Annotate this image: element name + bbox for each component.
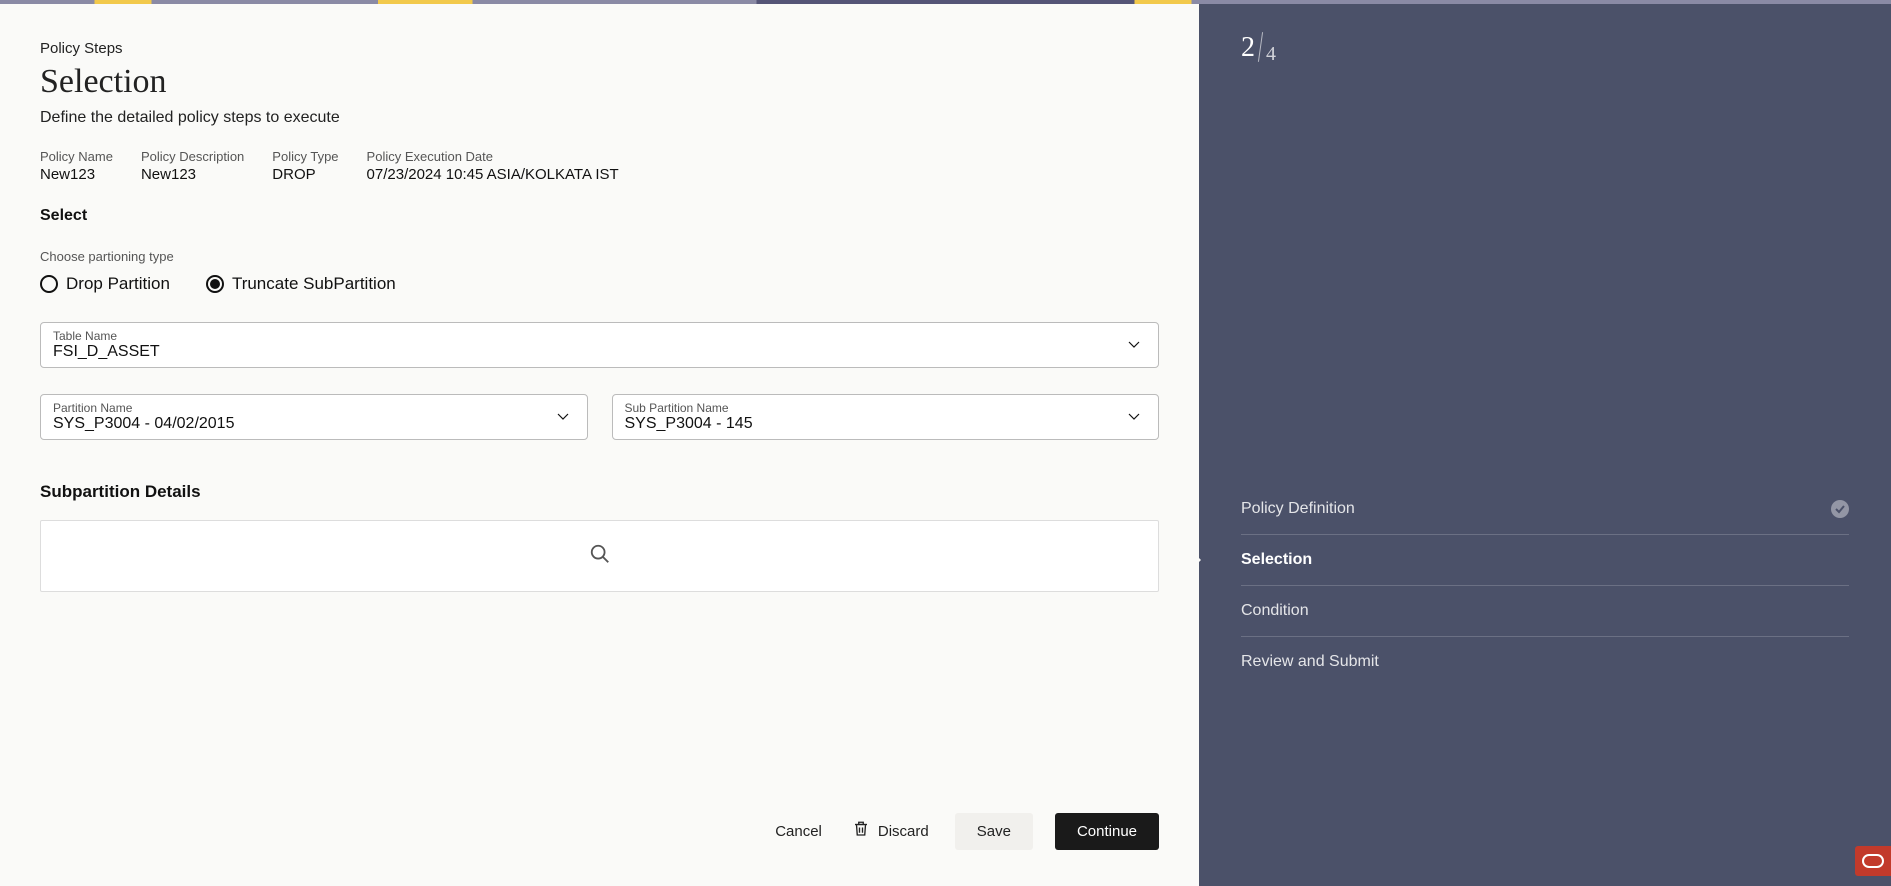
partitioning-prompt: Choose partioning type bbox=[40, 249, 1159, 264]
main-content: Policy Steps Selection Define the detail… bbox=[0, 4, 1199, 886]
trash-icon bbox=[852, 820, 870, 842]
radio-truncate-label: Truncate SubPartition bbox=[232, 274, 396, 294]
partition-name-select[interactable]: Partition Name SYS_P3004 - 04/02/2015 bbox=[40, 394, 588, 440]
radio-drop-label: Drop Partition bbox=[66, 274, 170, 294]
sub-partition-name-label: Sub Partition Name bbox=[625, 401, 1147, 415]
step-separator bbox=[1258, 32, 1263, 62]
policy-desc-value: New123 bbox=[141, 166, 244, 183]
policy-type-value: DROP bbox=[272, 166, 338, 183]
sub-partition-name-select[interactable]: Sub Partition Name SYS_P3004 - 145 bbox=[612, 394, 1160, 440]
step-label: Selection bbox=[1241, 551, 1312, 569]
step-total: 4 bbox=[1266, 43, 1276, 66]
partition-name-label: Partition Name bbox=[53, 401, 575, 415]
save-button[interactable]: Save bbox=[955, 813, 1033, 850]
discard-button[interactable]: Discard bbox=[848, 812, 933, 850]
breadcrumb: Policy Steps bbox=[40, 40, 1159, 57]
policy-exec-value: 07/23/2024 10:45 ASIA/KOLKATA IST bbox=[367, 166, 619, 183]
step-label: Review and Submit bbox=[1241, 653, 1379, 671]
step-selection[interactable]: Selection bbox=[1241, 535, 1849, 586]
radio-icon bbox=[40, 275, 58, 293]
policy-type-label: Policy Type bbox=[272, 149, 338, 164]
table-name-select[interactable]: Table Name FSI_D_ASSET bbox=[40, 322, 1159, 368]
sub-partition-name-value: SYS_P3004 - 145 bbox=[625, 415, 1147, 433]
brand-icon bbox=[1862, 854, 1884, 868]
wizard-sidebar: 2 4 Policy Definition Selection Conditio… bbox=[1199, 4, 1891, 886]
subpartition-details-title: Subpartition Details bbox=[40, 482, 1159, 502]
policy-meta-row: Policy Name New123 Policy Description Ne… bbox=[40, 149, 1159, 183]
page-subtitle: Define the detailed policy steps to exec… bbox=[40, 109, 1159, 127]
policy-desc-label: Policy Description bbox=[141, 149, 244, 164]
page-title: Selection bbox=[40, 63, 1159, 101]
step-label: Policy Definition bbox=[1241, 500, 1355, 518]
search-icon bbox=[589, 543, 611, 570]
radio-truncate-subpartition[interactable]: Truncate SubPartition bbox=[206, 274, 396, 294]
policy-name-value: New123 bbox=[40, 166, 113, 183]
caret-down-icon bbox=[1128, 336, 1140, 354]
table-name-label: Table Name bbox=[53, 329, 1146, 343]
step-current: 2 bbox=[1241, 32, 1255, 64]
step-label: Condition bbox=[1241, 602, 1309, 620]
partitioning-radio-group: Drop Partition Truncate SubPartition bbox=[40, 274, 1159, 294]
step-counter: 2 4 bbox=[1241, 32, 1276, 64]
discard-label: Discard bbox=[878, 823, 929, 840]
step-policy-definition[interactable]: Policy Definition bbox=[1241, 484, 1849, 535]
partition-name-value: SYS_P3004 - 04/02/2015 bbox=[53, 415, 575, 433]
step-review-and-submit[interactable]: Review and Submit bbox=[1241, 637, 1849, 687]
radio-icon bbox=[206, 275, 224, 293]
step-condition[interactable]: Condition bbox=[1241, 586, 1849, 637]
subpartition-search-box[interactable] bbox=[40, 520, 1159, 592]
policy-exec-label: Policy Execution Date bbox=[367, 149, 619, 164]
policy-name-label: Policy Name bbox=[40, 149, 113, 164]
caret-down-icon bbox=[557, 408, 569, 426]
continue-button[interactable]: Continue bbox=[1055, 813, 1159, 850]
brand-badge[interactable] bbox=[1855, 846, 1891, 876]
cancel-button[interactable]: Cancel bbox=[771, 815, 826, 848]
check-icon bbox=[1831, 500, 1849, 518]
radio-drop-partition[interactable]: Drop Partition bbox=[40, 274, 170, 294]
step-list: Policy Definition Selection Condition Re… bbox=[1241, 484, 1849, 687]
table-name-value: FSI_D_ASSET bbox=[53, 343, 1146, 361]
caret-down-icon bbox=[1128, 408, 1140, 426]
select-section-label: Select bbox=[40, 207, 1159, 225]
action-bar: Cancel Discard Save Continue bbox=[771, 812, 1159, 850]
